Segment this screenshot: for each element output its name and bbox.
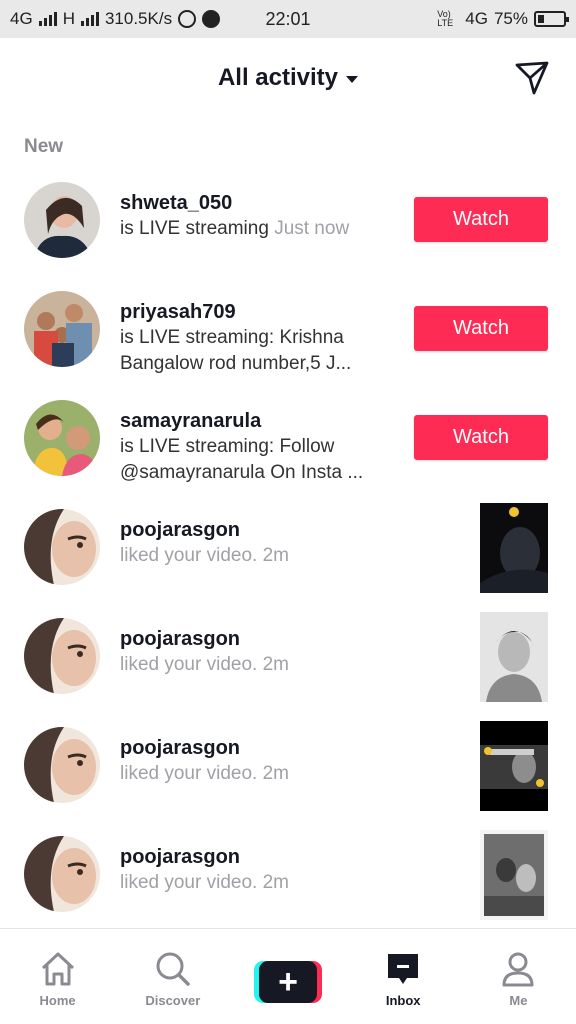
avatar[interactable]	[24, 182, 100, 258]
activity-message: liked your video.	[120, 545, 258, 566]
watch-button[interactable]: Watch	[414, 306, 548, 351]
list-item[interactable]: poojarasgon liked your video. 2m	[0, 499, 576, 608]
avatar[interactable]	[24, 509, 100, 585]
video-thumbnail[interactable]	[480, 721, 548, 811]
nav-label: Inbox	[385, 993, 421, 1008]
list-item[interactable]: poojarasgon liked your video. 2m	[0, 717, 576, 826]
avatar[interactable]	[24, 291, 100, 367]
activity-time: 2m	[262, 763, 289, 784]
direct-message-button[interactable]	[512, 58, 552, 98]
header: All activity	[0, 38, 576, 120]
username[interactable]: poojarasgon	[120, 626, 400, 652]
nav-inbox[interactable]: Inbox	[346, 929, 461, 1024]
nav-create[interactable]: +	[230, 929, 345, 1024]
username[interactable]: poojarasgon	[120, 517, 400, 543]
username[interactable]: priyasah709	[120, 299, 400, 325]
nav-label: Discover	[145, 993, 201, 1008]
bottom-nav: Home Discover + Inbox Me	[0, 928, 576, 1024]
watch-button[interactable]: Watch	[414, 415, 548, 460]
nav-label: Me	[509, 993, 528, 1008]
plus-icon: +	[259, 960, 317, 1003]
watch-button[interactable]: Watch	[414, 197, 548, 242]
list-item[interactable]: shweta_050 is LIVE streaming Just now Wa…	[0, 172, 576, 281]
page-title: All activity	[217, 64, 339, 91]
username[interactable]: poojarasgon	[120, 735, 400, 761]
list-item[interactable]: poojarasgon liked your video. 2m	[0, 608, 576, 717]
status-bar: 4G H 310.5K/s 22:01 Vo) LTE 4G 75%	[0, 0, 576, 38]
activity-list: shweta_050 is LIVE streaming Just now Wa…	[0, 172, 576, 935]
activity-message: liked your video.	[120, 872, 258, 893]
create-button[interactable]: +	[254, 960, 322, 1003]
inbox-icon	[388, 954, 419, 984]
caret-down-icon	[346, 76, 359, 83]
activity-message: is LIVE streaming: Follow @samayranarula…	[120, 436, 364, 483]
clock: 22:01	[265, 8, 311, 29]
activity-time: 2m	[262, 654, 289, 675]
activity-filter-dropdown[interactable]: All activity	[0, 64, 576, 92]
send-icon	[515, 61, 549, 95]
username[interactable]: poojarasgon	[120, 844, 400, 870]
username[interactable]: shweta_050	[120, 190, 400, 216]
list-item[interactable]: samayranarula is LIVE streaming: Follow …	[0, 390, 576, 499]
nav-label: Home	[39, 993, 76, 1008]
nav-me[interactable]: Me	[461, 929, 576, 1024]
video-thumbnail[interactable]	[480, 612, 548, 702]
home-icon	[41, 952, 74, 986]
list-item[interactable]: priyasah709 is LIVE streaming: Krishna B…	[0, 281, 576, 390]
avatar[interactable]	[24, 727, 100, 803]
activity-time: 2m	[262, 545, 289, 566]
nav-home[interactable]: Home	[0, 929, 115, 1024]
avatar[interactable]	[24, 836, 100, 912]
video-thumbnail[interactable]	[480, 503, 548, 593]
activity-message: is LIVE streaming	[120, 218, 269, 239]
activity-time: 2m	[262, 872, 289, 893]
list-item[interactable]: poojarasgon liked your video. 2m	[0, 826, 576, 935]
battery-icon	[534, 11, 569, 27]
activity-message: is LIVE streaming: Krishna Bangalow rod …	[120, 327, 352, 374]
activity-time: Just now	[274, 218, 350, 239]
avatar[interactable]	[24, 400, 100, 476]
username[interactable]: samayranarula	[120, 408, 400, 434]
activity-message: liked your video.	[120, 654, 258, 675]
activity-message: liked your video.	[120, 763, 258, 784]
nav-discover[interactable]: Discover	[115, 929, 230, 1024]
avatar[interactable]	[24, 618, 100, 694]
section-label-new: New	[24, 136, 64, 157]
profile-icon	[502, 952, 534, 987]
video-thumbnail[interactable]	[480, 830, 548, 920]
search-icon	[156, 952, 190, 986]
